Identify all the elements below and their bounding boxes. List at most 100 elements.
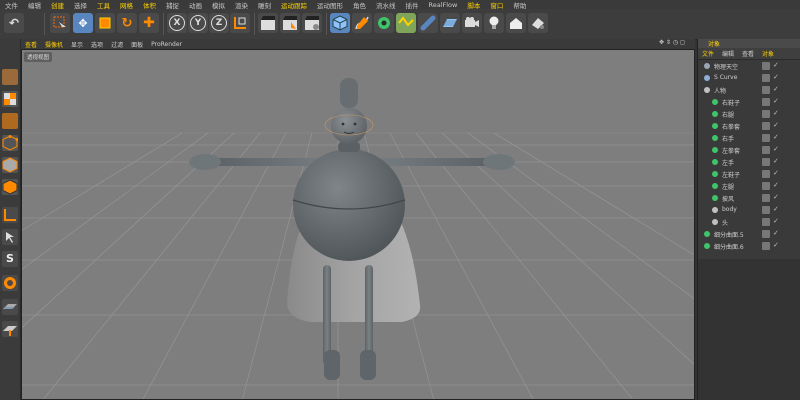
enable-check-icon[interactable]: ✓ xyxy=(773,181,779,189)
polygons-mode-icon[interactable] xyxy=(2,179,18,195)
viewport-menu-item[interactable]: 显示 xyxy=(67,40,87,49)
visibility-toggle-icon[interactable] xyxy=(762,134,770,142)
visibility-toggle-icon[interactable] xyxy=(762,98,770,106)
enable-check-icon[interactable]: ✓ xyxy=(773,229,779,237)
snap-icon[interactable]: S xyxy=(2,251,18,267)
object-row[interactable]: 人物 ✓ xyxy=(698,85,800,95)
viewport-menu-item[interactable]: 过滤 xyxy=(107,40,127,49)
object-row[interactable]: 左鞋子 ✓ xyxy=(698,169,800,179)
viewport-nav-icons[interactable]: ✥ ⇕ ◷ ◻ xyxy=(655,39,689,46)
enable-check-icon[interactable]: ✓ xyxy=(773,217,779,225)
objects-menu-item[interactable]: 对象 xyxy=(758,49,778,58)
axis-mode-icon[interactable] xyxy=(2,207,18,223)
enable-check-icon[interactable]: ✓ xyxy=(773,193,779,201)
enable-check-icon[interactable]: ✓ xyxy=(773,145,779,153)
object-row[interactable]: 右鞋子 ✓ xyxy=(698,97,800,107)
light-icon[interactable] xyxy=(484,13,504,33)
undo-icon[interactable]: ↶ xyxy=(4,13,24,33)
enable-check-icon[interactable]: ✓ xyxy=(773,61,779,69)
workplane-icon[interactable] xyxy=(2,275,18,291)
enable-check-icon[interactable]: ✓ xyxy=(773,205,779,213)
render-view-icon[interactable] xyxy=(258,13,278,33)
enable-check-icon[interactable]: ✓ xyxy=(773,73,779,81)
render-active-icon[interactable] xyxy=(280,13,300,33)
select-arrow-icon[interactable] xyxy=(50,13,70,33)
enable-check-icon[interactable]: ✓ xyxy=(773,109,779,117)
enable-check-icon[interactable]: ✓ xyxy=(773,157,779,165)
enable-check-icon[interactable]: ✓ xyxy=(773,97,779,105)
pen-spline-icon[interactable] xyxy=(352,13,372,33)
render-settings-icon[interactable] xyxy=(302,13,322,33)
visibility-toggle-icon[interactable] xyxy=(762,86,770,94)
edges-mode-icon[interactable] xyxy=(2,157,18,173)
object-type-icon xyxy=(704,63,710,69)
points-mode-icon[interactable] xyxy=(2,135,19,151)
field-icon[interactable] xyxy=(418,13,438,33)
objects-menu-item[interactable]: 编辑 xyxy=(718,49,738,58)
menu-item[interactable]: RealFlow xyxy=(424,1,463,9)
viewport-menu-item[interactable]: 摄像机 xyxy=(41,40,67,49)
cube-object-icon[interactable] xyxy=(330,13,350,33)
object-row[interactable]: 披风 ✓ xyxy=(698,193,800,203)
make-editable-icon[interactable] xyxy=(2,69,18,85)
visibility-toggle-icon[interactable] xyxy=(762,62,770,70)
object-row[interactable]: S Curve ✓ xyxy=(698,73,800,83)
objects-menu-item[interactable]: 文件 xyxy=(698,49,718,58)
visibility-toggle-icon[interactable] xyxy=(762,218,770,226)
visibility-toggle-icon[interactable] xyxy=(762,206,770,214)
viewport-scene xyxy=(22,50,694,399)
z-axis-lock-icon[interactable]: Z xyxy=(209,13,229,33)
enable-check-icon[interactable]: ✓ xyxy=(773,169,779,177)
object-row[interactable]: 左腿 ✓ xyxy=(698,181,800,191)
object-row[interactable]: 头 ✓ xyxy=(698,217,800,227)
visibility-toggle-icon[interactable] xyxy=(762,242,770,250)
rotate-tool-icon[interactable]: ↻ xyxy=(117,13,137,33)
viewport-menu-item[interactable]: ProRender xyxy=(147,41,186,48)
visibility-toggle-icon[interactable] xyxy=(762,74,770,82)
texture-mode-icon[interactable] xyxy=(2,91,18,107)
object-row[interactable]: 物理天空 ✓ xyxy=(698,61,800,71)
visibility-toggle-icon[interactable] xyxy=(762,182,770,190)
visibility-toggle-icon[interactable] xyxy=(762,194,770,202)
deformer-icon[interactable] xyxy=(396,13,416,33)
viewport-menu-item[interactable]: 选项 xyxy=(87,40,107,49)
viewport-menu-item[interactable]: 查看 xyxy=(21,40,41,49)
visibility-toggle-icon[interactable] xyxy=(762,158,770,166)
y-axis-lock-icon[interactable]: Y xyxy=(188,13,208,33)
environment-icon[interactable] xyxy=(506,13,526,33)
visibility-toggle-icon[interactable] xyxy=(762,146,770,154)
generator-icon[interactable] xyxy=(374,13,394,33)
move-tool-icon[interactable]: ✥ xyxy=(73,13,93,33)
visibility-toggle-icon[interactable] xyxy=(762,170,770,178)
add-tool-icon[interactable]: ✚ xyxy=(139,13,159,33)
viewport-menu-item[interactable]: 面板 xyxy=(127,40,147,49)
display-tag-icon[interactable] xyxy=(528,13,548,33)
object-row[interactable]: 右腿 ✓ xyxy=(698,109,800,119)
planar-workplane-icon[interactable] xyxy=(2,321,18,337)
object-name: 披风 xyxy=(722,196,735,203)
enable-check-icon[interactable]: ✓ xyxy=(773,133,779,141)
visibility-toggle-icon[interactable] xyxy=(762,110,770,118)
object-row[interactable]: 左手 ✓ xyxy=(698,157,800,167)
object-row[interactable]: 右拳套 ✓ xyxy=(698,121,800,131)
object-row[interactable]: 左拳套 ✓ xyxy=(698,145,800,155)
tweak-mode-icon[interactable] xyxy=(2,229,18,245)
perspective-viewport[interactable]: 透视视图 xyxy=(21,49,695,400)
locked-workplane-icon[interactable] xyxy=(2,299,18,315)
enable-check-icon[interactable]: ✓ xyxy=(773,121,779,129)
camera-icon[interactable] xyxy=(462,13,482,33)
visibility-toggle-icon[interactable] xyxy=(762,122,770,130)
coordinate-system-icon[interactable] xyxy=(230,13,250,33)
enable-check-icon[interactable]: ✓ xyxy=(773,241,779,249)
visibility-toggle-icon[interactable] xyxy=(762,230,770,238)
scene-floor-icon[interactable] xyxy=(440,13,460,33)
checkerboard-icon[interactable] xyxy=(2,113,18,129)
object-row[interactable]: body ✓ xyxy=(698,205,800,215)
object-row[interactable]: 细分曲面.6 ✓ xyxy=(698,241,800,251)
objects-menu-item[interactable]: 查看 xyxy=(738,49,758,58)
enable-check-icon[interactable]: ✓ xyxy=(773,85,779,93)
x-axis-lock-icon[interactable]: X xyxy=(167,13,187,33)
object-row[interactable]: 右手 ✓ xyxy=(698,133,800,143)
scale-tool-icon[interactable] xyxy=(95,13,115,33)
object-row[interactable]: 细分曲面.5 ✓ xyxy=(698,229,800,239)
